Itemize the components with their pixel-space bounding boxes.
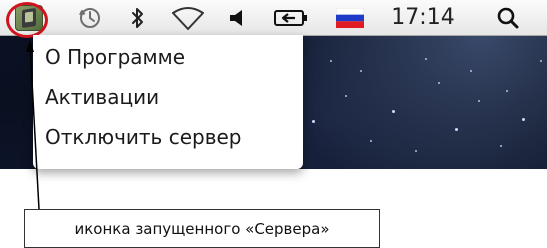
callout-text: иконка запущенного «Сервера»	[74, 219, 330, 238]
callout-box: иконка запущенного «Сервера»	[24, 209, 380, 248]
